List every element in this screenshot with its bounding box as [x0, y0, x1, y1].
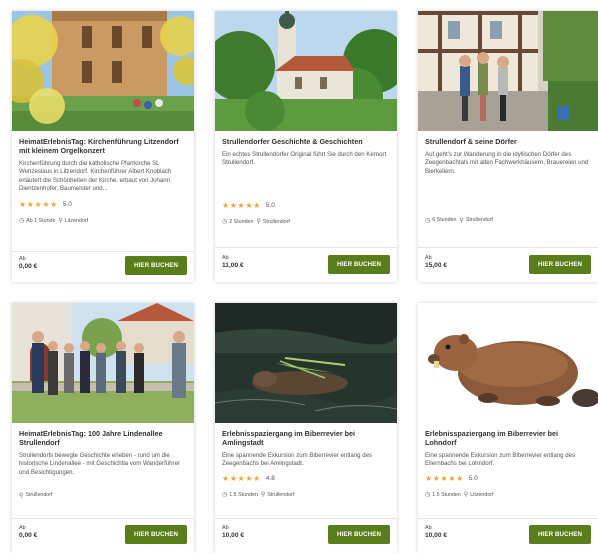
rating: ★★★★★ 5.0	[222, 201, 390, 211]
location-pin-icon: ⚲	[260, 491, 266, 499]
star-rating-icon: ★★★★★	[425, 474, 464, 484]
tour-card-strullendorfer-geschichte[interactable]: Strullendorfer Geschichte & Geschichten …	[215, 11, 397, 282]
clock-icon: ◷	[222, 491, 228, 499]
star-rating-icon: ★★★★★	[222, 201, 261, 211]
price: 0,00 €	[19, 532, 38, 539]
star-rating-icon: ★★★★★	[222, 474, 261, 484]
price-block: Ab 15,00 €	[425, 255, 447, 270]
tour-title[interactable]: Strullendorf & seine Dörfer	[425, 137, 591, 146]
price-block: Ab 10,00 €	[222, 525, 244, 540]
tour-card-kirchenfuehrung-litzendorf[interactable]: HeimatErlebnisTag: Kirchenführung Litzen…	[12, 11, 194, 282]
tour-image-church-spring[interactable]	[12, 11, 194, 131]
price-label: Ab	[425, 525, 432, 531]
book-button[interactable]: HIER BUCHEN	[328, 255, 390, 274]
tour-title[interactable]: Erlebnisspaziergang im Biberrevier bei L…	[425, 429, 591, 447]
rating: ★★★★★ 5.0	[19, 200, 187, 210]
duration: 6 Stunden	[432, 217, 457, 224]
tour-title[interactable]: Strullendorfer Geschichte & Geschichten	[222, 137, 390, 146]
location: Strullendorf	[465, 217, 493, 224]
book-button[interactable]: HIER BUCHEN	[125, 256, 187, 275]
divider	[418, 518, 598, 519]
book-button[interactable]: HIER BUCHEN	[529, 525, 591, 544]
tour-title[interactable]: Erlebnisspaziergang im Biberrevier bei A…	[222, 429, 390, 447]
tour-card-lindenallee[interactable]: HeimatErlebnisTag: 100 Jahre Lindenallee…	[12, 303, 194, 553]
tour-meta: ◷ 6 Stunden ⚲ Strullendorf	[425, 216, 591, 224]
tour-image-beaver-swimming[interactable]	[215, 303, 397, 423]
location: Strullendorf	[25, 492, 53, 499]
tour-description: Ein echtes Strullendorfer Original führt…	[222, 151, 387, 167]
price-block: Ab 10,00 €	[425, 525, 447, 540]
tour-meta: ◷ 1.5 Stunden ⚲ Strullendorf	[222, 491, 390, 499]
tour-description: Eine spannende Exkursion zum Biberrevier…	[222, 452, 373, 468]
tour-card-strullendorf-doerfer[interactable]: Strullendorf & seine Dörfer Auf geht's z…	[418, 11, 598, 282]
price: 10,00 €	[222, 532, 244, 539]
price: 10,00 €	[425, 532, 447, 539]
location: Strullendorf	[267, 491, 295, 498]
book-button[interactable]: HIER BUCHEN	[529, 255, 591, 274]
clock-icon: ◷	[222, 218, 228, 226]
tour-card-biberrevier-lohndorf[interactable]: Erlebnisspaziergang im Biberrevier bei L…	[418, 303, 598, 553]
duration: 2 Stunden	[229, 218, 254, 225]
rating: ★★★★★ 4.8	[222, 474, 390, 484]
price: 11,00 €	[222, 262, 244, 269]
location-pin-icon: ⚲	[58, 217, 63, 225]
clock-icon: ◷	[425, 491, 431, 499]
tour-meta: ◷ 1.5 Stunden ⚲ Litzendorf	[425, 491, 591, 499]
tour-description: Kirchenführung durch die katholische Pfa…	[19, 160, 172, 193]
clock-icon: ◷	[19, 217, 25, 225]
tour-image-group-tour[interactable]	[12, 303, 194, 423]
tour-title[interactable]: HeimatErlebnisTag: 100 Jahre Lindenallee…	[19, 429, 187, 447]
divider	[215, 518, 397, 519]
divider	[215, 247, 397, 248]
star-rating-icon: ★★★★★	[19, 200, 58, 210]
rating-value: 5.0	[62, 201, 72, 209]
tour-title[interactable]: HeimatErlebnisTag: Kirchenführung Litzen…	[19, 137, 187, 155]
divider	[12, 518, 194, 519]
tour-meta: ◷ Ab 1 Stunde ⚲ Litzendorf	[19, 217, 187, 225]
price-label: Ab	[222, 255, 229, 261]
location: Litzendorf	[64, 217, 89, 224]
price-label: Ab	[222, 525, 229, 531]
divider	[418, 247, 598, 248]
divider	[12, 251, 194, 252]
tour-image-beaver[interactable]	[418, 303, 598, 423]
price-block: Ab 0,00 €	[19, 256, 37, 271]
rating-value: 5.0	[468, 475, 478, 483]
rating-value: 5.0	[265, 202, 275, 210]
rating-value: 4.8	[265, 475, 275, 483]
tour-image-church-tower[interactable]	[215, 11, 397, 131]
location: Litzendorf	[470, 491, 494, 498]
location: Strullendorf	[262, 218, 290, 225]
price: 15,00 €	[425, 262, 447, 269]
tour-image-hikers-village[interactable]	[418, 11, 598, 131]
location-pin-icon: ⚲	[256, 218, 261, 226]
location-pin-icon: ⚲	[19, 491, 24, 499]
tour-card-biberrevier-amlingstadt[interactable]: Erlebnisspaziergang im Biberrevier bei A…	[215, 303, 397, 553]
tour-description: Eine spannende Exkursion zum Biberrevier…	[425, 452, 576, 468]
tour-meta: ◷ 2 Stunden ⚲ Strullendorf	[222, 218, 390, 226]
tour-description: Strullendorfs bewegte Geschichte erleben…	[19, 452, 180, 476]
rating: ★★★★★ 5.0	[425, 474, 591, 484]
duration: 1.5 Stunden	[229, 491, 258, 498]
price-label: Ab	[19, 256, 26, 262]
price-block: Ab 11,00 €	[222, 255, 244, 270]
location-pin-icon: ⚲	[459, 216, 464, 224]
price-label: Ab	[425, 255, 432, 261]
book-button[interactable]: HIER BUCHEN	[328, 525, 390, 544]
duration: Ab 1 Stunde	[26, 217, 56, 224]
price-label: Ab	[19, 525, 26, 531]
location-pin-icon: ⚲	[463, 491, 469, 499]
price: 0,00 €	[19, 263, 38, 270]
price-block: Ab 0,00 €	[19, 525, 37, 540]
clock-icon: ◷	[425, 216, 431, 224]
book-button[interactable]: HIER BUCHEN	[125, 525, 187, 544]
tour-meta: ⚲ Strullendorf	[19, 491, 187, 499]
duration: 1.5 Stunden	[432, 491, 461, 498]
tour-description: Auf geht's zur Wanderung in die idyllisc…	[425, 151, 589, 175]
